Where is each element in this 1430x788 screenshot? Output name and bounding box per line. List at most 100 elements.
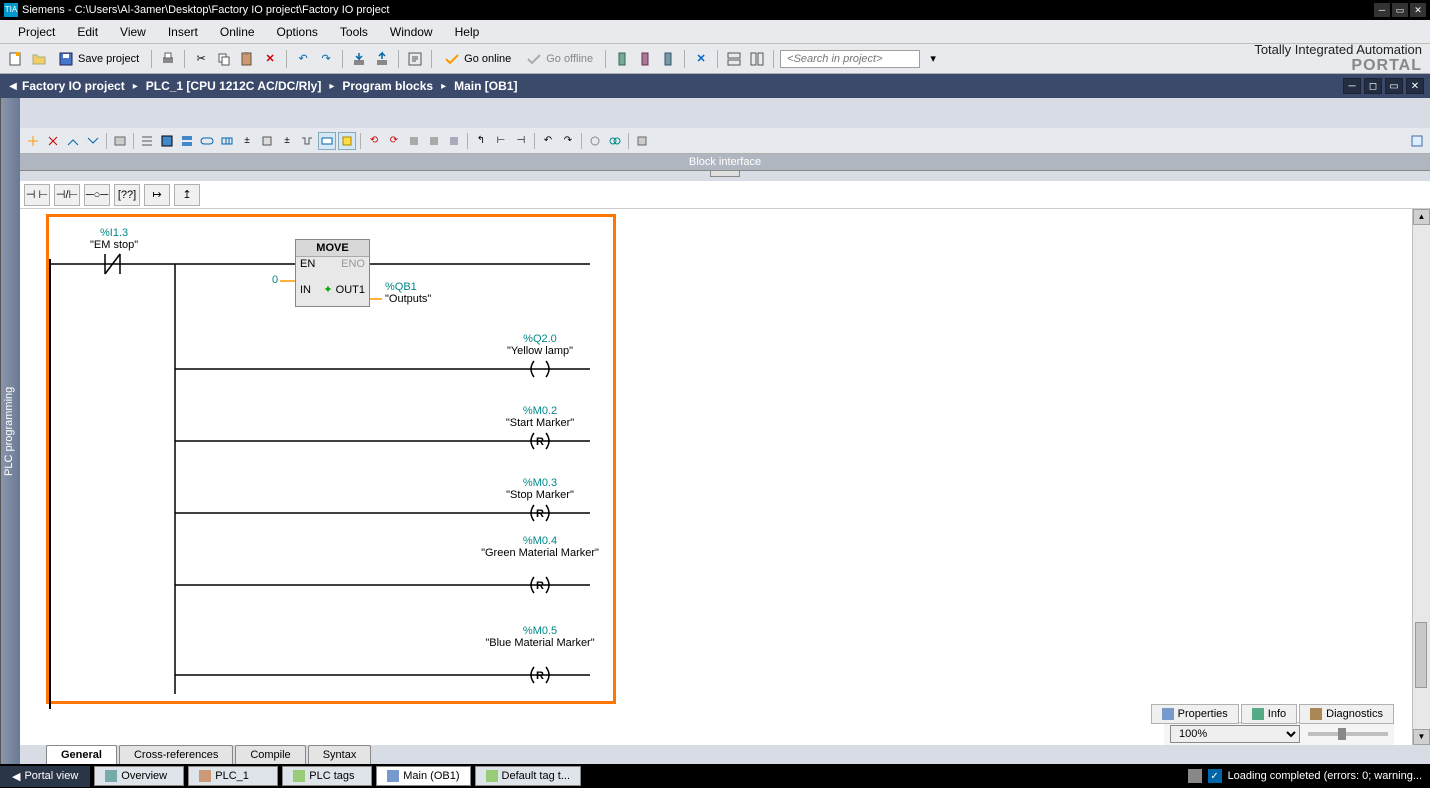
vertical-scrollbar[interactable]: ▲ ▼ — [1412, 209, 1430, 745]
et-icon-17[interactable]: ⟲ — [365, 132, 383, 150]
menu-insert[interactable]: Insert — [158, 22, 208, 42]
split-h-icon[interactable] — [724, 49, 744, 69]
menu-view[interactable]: View — [110, 22, 156, 42]
upload-icon[interactable] — [372, 49, 392, 69]
et-icon-22[interactable]: ↰ — [472, 132, 490, 150]
status-tab-plctags[interactable]: PLC tags — [282, 766, 372, 786]
et-icon-18[interactable]: ⟳ — [385, 132, 403, 150]
save-project-button[interactable]: Save project — [52, 49, 145, 69]
status-tab-main[interactable]: Main (OB1) — [376, 766, 470, 786]
et-icon-21[interactable] — [445, 132, 463, 150]
status-tab-overview[interactable]: Overview — [94, 766, 184, 786]
split-v-icon[interactable] — [747, 49, 767, 69]
et-icon-11[interactable]: ± — [238, 132, 256, 150]
et-icon-1[interactable] — [24, 132, 42, 150]
tool-icon-2[interactable] — [635, 49, 655, 69]
portal-view-button[interactable]: ◀ Portal view — [0, 766, 90, 787]
et-icon-10[interactable] — [218, 132, 236, 150]
et-icon-8[interactable] — [178, 132, 196, 150]
et-icon-7[interactable] — [158, 132, 176, 150]
lad-no-contact-icon[interactable]: ⊣ ⊢ — [24, 184, 50, 206]
scroll-down-icon[interactable]: ▼ — [1413, 729, 1430, 745]
menu-edit[interactable]: Edit — [67, 22, 108, 42]
et-icon-20[interactable] — [425, 132, 443, 150]
close-button[interactable]: ✕ — [1410, 3, 1426, 17]
menu-online[interactable]: Online — [210, 22, 265, 42]
editor-minimize-button[interactable]: ─ — [1343, 78, 1361, 94]
block-interface-toggle[interactable] — [710, 171, 740, 177]
paste-icon[interactable] — [237, 49, 257, 69]
breadcrumb-item[interactable]: Factory IO project — [20, 79, 127, 93]
et-icon-3[interactable] — [64, 132, 82, 150]
tab-syntax[interactable]: Syntax — [308, 745, 372, 764]
breadcrumb-item[interactable]: Program blocks — [340, 79, 435, 93]
open-project-icon[interactable] — [29, 49, 49, 69]
menu-options[interactable]: Options — [267, 22, 328, 42]
zoom-slider[interactable] — [1308, 732, 1388, 736]
tool-icon-3[interactable] — [658, 49, 678, 69]
et-icon-14[interactable] — [298, 132, 316, 150]
et-icon-23[interactable]: ⊢ — [492, 132, 510, 150]
lad-nc-contact-icon[interactable]: ⊣/⊢ — [54, 184, 80, 206]
breadcrumb-item[interactable]: Main [OB1] — [452, 79, 519, 93]
lad-coil-icon[interactable]: ─○─ — [84, 184, 110, 206]
et-settings-icon[interactable] — [1408, 132, 1426, 150]
tab-diagnostics[interactable]: Diagnostics — [1299, 704, 1394, 724]
ladder-canvas[interactable]: RRRR %I1.3 "EM stop" MOVE EN ENO — [20, 209, 1412, 745]
et-icon-26[interactable]: ↷ — [559, 132, 577, 150]
tool-icon-1[interactable] — [612, 49, 632, 69]
status-tab-plc1[interactable]: PLC_1 — [188, 766, 278, 786]
et-icon-12[interactable] — [258, 132, 276, 150]
menu-window[interactable]: Window — [380, 22, 443, 42]
et-icon-6[interactable] — [138, 132, 156, 150]
tab-properties[interactable]: Properties — [1151, 704, 1239, 724]
zoom-select[interactable]: 100% — [1170, 725, 1300, 743]
editor-float-button[interactable]: ▭ — [1385, 78, 1403, 94]
maximize-button[interactable]: ▭ — [1392, 3, 1408, 17]
delete-icon[interactable]: ✕ — [260, 49, 280, 69]
et-icon-25[interactable]: ↶ — [539, 132, 557, 150]
minimize-button[interactable]: ─ — [1374, 3, 1390, 17]
cross-ref-icon[interactable]: ✕ — [691, 49, 711, 69]
go-online-button[interactable]: Go online — [438, 49, 517, 69]
et-icon-29[interactable] — [633, 132, 651, 150]
lad-branch-close-icon[interactable]: ↥ — [174, 184, 200, 206]
et-icon-28[interactable] — [606, 132, 624, 150]
cut-icon[interactable]: ✂ — [191, 49, 211, 69]
scroll-up-icon[interactable]: ▲ — [1413, 209, 1430, 225]
tab-info[interactable]: Info — [1241, 704, 1297, 724]
tab-compile[interactable]: Compile — [235, 745, 305, 764]
status-tab-defaulttag[interactable]: Default tag t... — [475, 766, 581, 786]
et-icon-15[interactable] — [318, 132, 336, 150]
et-icon-13[interactable]: ± — [278, 132, 296, 150]
et-icon-9[interactable] — [198, 132, 216, 150]
move-instruction-block[interactable]: MOVE EN ENO IN ✦ OUT1 — [295, 239, 370, 307]
side-tab-plc-programming[interactable]: PLC programming — [0, 98, 20, 764]
lad-box-icon[interactable]: [??] — [114, 184, 140, 206]
et-icon-27[interactable] — [586, 132, 604, 150]
et-icon-24[interactable]: ⊣ — [512, 132, 530, 150]
breadcrumb-back-icon[interactable]: ◀ — [6, 81, 20, 92]
search-dropdown-icon[interactable]: ▾ — [923, 49, 943, 69]
tab-cross-references[interactable]: Cross-references — [119, 745, 233, 764]
copy-icon[interactable] — [214, 49, 234, 69]
go-offline-button[interactable]: Go offline — [520, 49, 599, 69]
lad-branch-open-icon[interactable]: ↦ — [144, 184, 170, 206]
et-icon-19[interactable] — [405, 132, 423, 150]
new-project-icon[interactable] — [6, 49, 26, 69]
menu-tools[interactable]: Tools — [330, 22, 378, 42]
menu-help[interactable]: Help — [445, 22, 490, 42]
compile-icon[interactable] — [405, 49, 425, 69]
print-icon[interactable] — [158, 49, 178, 69]
editor-maximize-button[interactable]: ◻ — [1364, 78, 1382, 94]
editor-close-button[interactable]: ✕ — [1406, 78, 1424, 94]
redo-icon[interactable]: ↷ — [316, 49, 336, 69]
search-input[interactable] — [780, 50, 920, 68]
undo-icon[interactable]: ↶ — [293, 49, 313, 69]
et-icon-5[interactable] — [111, 132, 129, 150]
et-icon-4[interactable] — [84, 132, 102, 150]
et-icon-16[interactable] — [338, 132, 356, 150]
tab-general[interactable]: General — [46, 745, 117, 764]
et-icon-2[interactable] — [44, 132, 62, 150]
breadcrumb-item[interactable]: PLC_1 [CPU 1212C AC/DC/Rly] — [144, 79, 324, 93]
